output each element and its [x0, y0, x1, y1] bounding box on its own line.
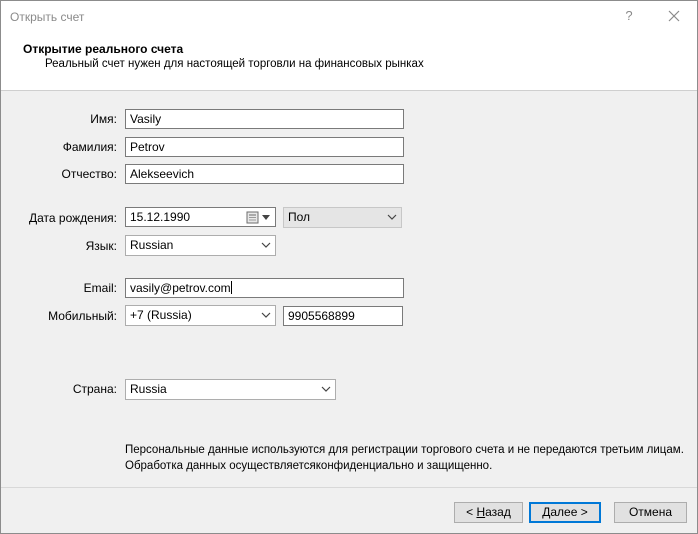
birth-date-picker[interactable]: 15.12.1990	[125, 207, 276, 227]
email-label: Email:	[83, 281, 117, 295]
text-caret	[230, 281, 232, 294]
back-button-prefix: <	[466, 505, 477, 519]
last-name-value: Petrov	[130, 140, 165, 154]
last-name-input[interactable]: Petrov	[125, 137, 404, 157]
phone-number-input[interactable]: 9905568899	[283, 306, 403, 326]
first-name-input[interactable]: Vasily	[125, 109, 404, 129]
privacy-note: Персональные данные используются для рег…	[125, 442, 684, 474]
back-button[interactable]: < Назад	[454, 502, 523, 523]
header-title: Открытие реального счета	[23, 42, 184, 56]
patronymic-label: Отчество:	[61, 167, 118, 181]
first-name-label: Имя:	[90, 112, 117, 126]
back-button-rest: азад	[485, 505, 511, 519]
country-value: Russia	[130, 382, 167, 396]
dialog-window: Открыть счет ? Открытие реального счета …	[0, 0, 698, 534]
chevron-down-icon	[321, 386, 331, 392]
gender-value: Пол	[288, 210, 311, 224]
mobile-label: Мобильный:	[48, 309, 117, 323]
back-button-mnemonic: Н	[476, 505, 486, 519]
first-name-value: Vasily	[130, 112, 162, 126]
window-title: Открыть счет	[10, 10, 85, 24]
patronymic-value: Alekseevich	[130, 167, 195, 181]
country-label: Страна:	[72, 382, 117, 396]
email-value: vasily@petrov.com	[130, 281, 231, 295]
calendar-dropdown-icon[interactable]	[246, 211, 272, 224]
phone-number-value: 9905568899	[288, 309, 355, 323]
language-select[interactable]: Russian	[125, 235, 276, 256]
next-button[interactable]: Далее >	[529, 502, 601, 523]
language-value: Russian	[130, 238, 174, 252]
chevron-down-icon	[387, 214, 397, 220]
footer-divider	[1, 487, 697, 488]
gender-select[interactable]: Пол	[283, 207, 402, 228]
title-bar: Открыть счет ?	[1, 1, 697, 32]
header-subtitle: Реальный счет нужен для настоящей торгов…	[45, 58, 424, 70]
chevron-down-icon	[261, 312, 271, 318]
close-icon	[668, 10, 680, 22]
privacy-note-line1: Персональные данные используются для рег…	[125, 444, 684, 456]
birth-date-label: Дата рождения:	[29, 211, 117, 225]
cancel-button[interactable]: Отмена	[614, 502, 687, 523]
email-input[interactable]: vasily@petrov.com	[125, 278, 404, 298]
help-button[interactable]: ?	[621, 8, 637, 24]
chevron-down-icon	[261, 242, 271, 248]
patronymic-input[interactable]: Alekseevich	[125, 164, 404, 184]
dialog-header: Открытие реального счета Реальный счет н…	[1, 32, 697, 91]
last-name-label: Фамилия:	[62, 140, 117, 154]
country-select[interactable]: Russia	[125, 379, 336, 400]
privacy-note-line2: Обработка данных осуществляетсяконфиденц…	[125, 460, 493, 472]
birth-date-value: 15.12.1990	[130, 210, 191, 224]
language-label: Язык:	[85, 239, 117, 253]
close-button[interactable]	[665, 7, 683, 25]
country-code-value: +7 (Russia)	[130, 308, 192, 322]
country-code-select[interactable]: +7 (Russia)	[125, 305, 276, 326]
